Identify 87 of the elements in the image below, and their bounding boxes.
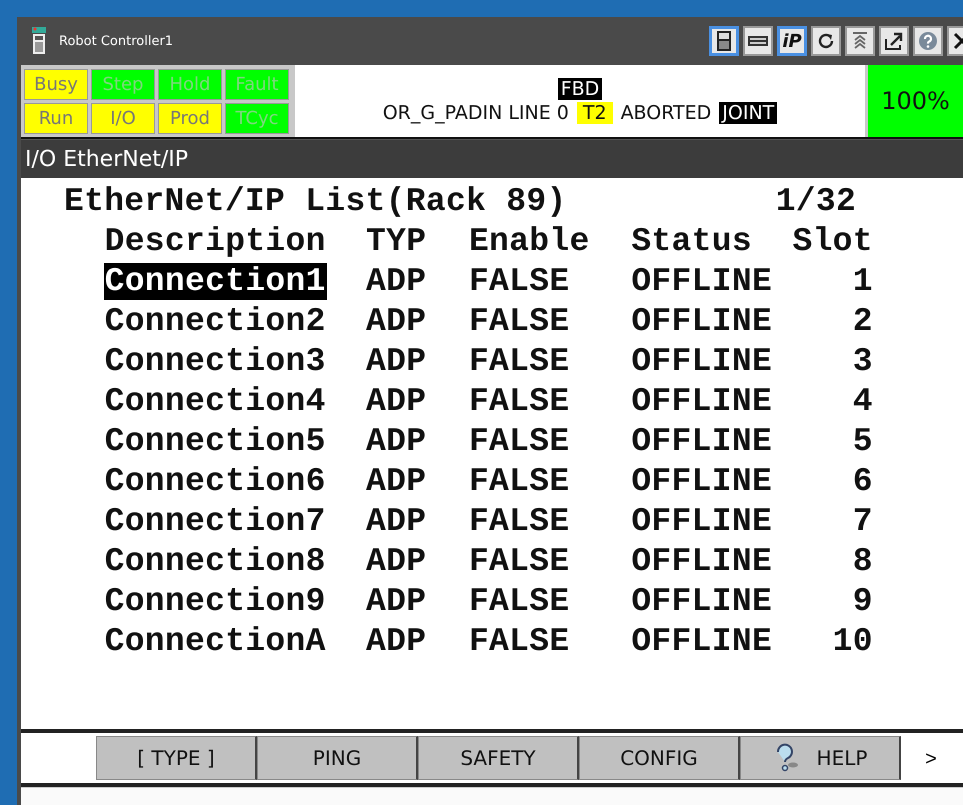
page-indicator: 1/32	[776, 182, 856, 220]
table-cell: 1	[852, 262, 874, 300]
connection-name[interactable]: Connection3	[104, 342, 327, 380]
table-cell: FALSE	[468, 502, 570, 540]
table-cell: ADP	[364, 302, 428, 340]
connection-name[interactable]: Connection9	[104, 582, 327, 620]
window-title: Robot Controller1	[59, 34, 174, 48]
table-cell: ADP	[364, 382, 428, 420]
table-cell: 7	[852, 502, 874, 540]
connection-name[interactable]: Connection8	[104, 542, 327, 580]
pendant-button[interactable]	[709, 26, 739, 56]
table-cell: OFFLINE	[630, 542, 774, 580]
table-cell: FALSE	[468, 462, 570, 500]
table-cell: 6	[852, 462, 874, 500]
status-indicator: I/O	[91, 103, 155, 134]
table-cell: 4	[852, 382, 874, 420]
table-cell: OFFLINE	[630, 582, 774, 620]
connection-name[interactable]: Connection4	[104, 382, 327, 420]
connection-name[interactable]: Connection5	[104, 422, 327, 460]
table-cell: OFFLINE	[630, 462, 774, 500]
column-header: Slot	[791, 222, 874, 260]
table-cell: FALSE	[468, 542, 570, 580]
table-cell: ADP	[364, 462, 428, 500]
help-icon	[916, 29, 940, 53]
override-display: 100%	[865, 65, 963, 137]
stacked-chevrons-button[interactable]	[845, 26, 875, 56]
table-cell: 5	[852, 422, 874, 460]
function-key[interactable]: CONFIG	[579, 736, 740, 780]
table-cell: OFFLINE	[630, 342, 774, 380]
next-page-button[interactable]: >	[901, 736, 963, 783]
program-line: OR_G_PADIN LINE 0	[382, 102, 569, 124]
status-indicator: TCyc	[225, 103, 289, 134]
connection-name[interactable]: Connection1	[104, 262, 327, 300]
function-key[interactable]: HELP	[740, 736, 901, 780]
table-cell: FALSE	[468, 342, 570, 380]
table-cell: FALSE	[468, 262, 570, 300]
status-indicator: Prod	[158, 103, 222, 134]
table-cell: FALSE	[468, 382, 570, 420]
keyboard-button[interactable]	[743, 26, 773, 56]
status-indicator: Hold	[158, 69, 222, 100]
table-cell: ADP	[364, 622, 428, 660]
program-state: ABORTED	[620, 102, 712, 124]
coordinate-label: JOINT	[719, 102, 778, 124]
table-cell: ADP	[364, 262, 428, 300]
function-key[interactable]: SAFETY	[418, 736, 579, 780]
table-cell: ADP	[364, 502, 428, 540]
table-cell: FALSE	[468, 582, 570, 620]
column-header: Status	[630, 222, 753, 260]
table-cell: 8	[852, 542, 874, 580]
teach-mode-label: T2	[576, 102, 613, 124]
column-header: Enable	[468, 222, 591, 260]
function-key[interactable]: PING	[257, 736, 418, 780]
table-cell: OFFLINE	[630, 382, 774, 420]
connection-name[interactable]: Connection6	[104, 462, 327, 500]
refresh-button[interactable]	[811, 26, 841, 56]
ip-button[interactable]: iP	[777, 26, 807, 56]
table-cell: 10	[832, 622, 874, 660]
function-key[interactable]: [ TYPE ]	[96, 736, 257, 780]
table-cell: OFFLINE	[630, 262, 774, 300]
connection-name[interactable]: Connection7	[104, 502, 327, 540]
table-cell: OFFLINE	[630, 622, 774, 660]
table-cell: FALSE	[468, 622, 570, 660]
table-cell: ADP	[364, 342, 428, 380]
table-cell: OFFLINE	[630, 502, 774, 540]
column-header: Description	[104, 222, 327, 260]
table-cell: 3	[852, 342, 874, 380]
list-heading: EtherNet/IP List(Rack 89)	[64, 182, 567, 220]
mode-label: FBD	[558, 78, 602, 100]
popout-button[interactable]	[879, 26, 909, 56]
table-cell: OFFLINE	[630, 422, 774, 460]
screen-title: I/O EtherNet/IP	[21, 139, 963, 178]
table-cell: 9	[852, 582, 874, 620]
status-indicator: Run	[24, 103, 88, 134]
table-cell: ADP	[364, 422, 428, 460]
table-cell: OFFLINE	[630, 302, 774, 340]
status-indicator: Fault	[225, 69, 289, 100]
connection-name[interactable]: Connection2	[104, 302, 327, 340]
column-header: TYP	[364, 222, 428, 260]
table-cell: FALSE	[468, 422, 570, 460]
table-cell: ADP	[364, 542, 428, 580]
status-indicator: Busy	[24, 69, 88, 100]
table-cell: FALSE	[468, 302, 570, 340]
status-indicator: Step	[91, 69, 155, 100]
table-cell: 2	[852, 302, 874, 340]
connection-name[interactable]: ConnectionA	[104, 622, 327, 660]
table-cell: ADP	[364, 582, 428, 620]
pendant-icon	[29, 27, 49, 55]
